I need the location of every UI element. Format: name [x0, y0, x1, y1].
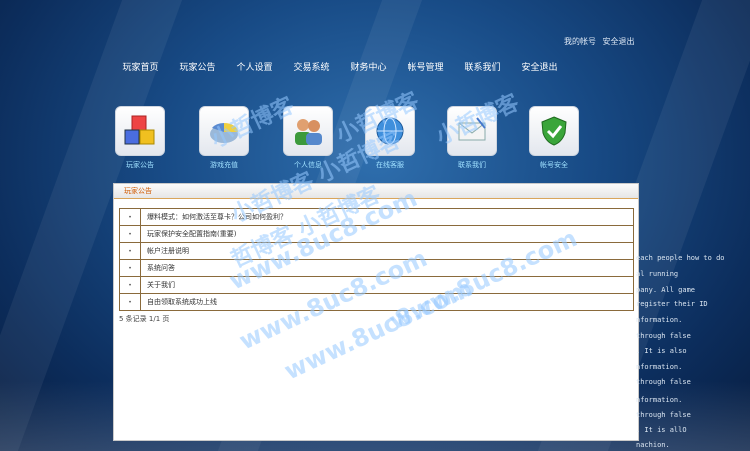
bullet-icon: •	[120, 226, 141, 242]
list-item-text[interactable]: 自由领取系统成功上线	[141, 297, 217, 307]
bullet-icon: •	[120, 277, 141, 293]
side-text-line: through false	[636, 378, 691, 386]
list-item-text[interactable]: 关于我们	[141, 280, 175, 290]
main-nav: 玩家首页 玩家公告 个人设置 交易系统 财务中心 帐号管理 联系我们 安全退出	[112, 60, 568, 73]
shortcut-announcements[interactable]: 玩家公告	[114, 106, 166, 170]
side-text-line: each people how to do	[636, 254, 725, 262]
shortcut-security[interactable]: 帐号安全	[528, 106, 580, 170]
side-text-line: . It is allO	[636, 426, 687, 434]
shortcut-label: 联系我们	[458, 161, 486, 169]
nav-announcements[interactable]: 玩家公告	[169, 60, 226, 73]
bullet-icon: •	[120, 243, 141, 259]
shortcut-label: 游戏充值	[210, 161, 238, 169]
nav-logout[interactable]: 安全退出	[511, 60, 568, 73]
bullet-icon: •	[120, 260, 141, 276]
side-text-line: through false	[636, 411, 691, 419]
list-item-text[interactable]: 帐户注册说明	[141, 246, 189, 256]
nav-finance[interactable]: 财务中心	[340, 60, 397, 73]
side-text-line: nformation.	[636, 316, 683, 324]
my-account-link[interactable]: 我的帐号	[564, 37, 596, 46]
side-text-line: through false	[636, 332, 691, 340]
nav-trade[interactable]: 交易系统	[283, 60, 340, 73]
cubes-icon	[115, 106, 165, 156]
nav-settings[interactable]: 个人设置	[226, 60, 283, 73]
side-text-line: register their ID	[636, 300, 708, 308]
list-item-text[interactable]: 系统问答	[141, 263, 175, 273]
bullet-icon: •	[120, 294, 141, 310]
shortcut-label: 帐号安全	[540, 161, 568, 169]
nav-contact[interactable]: 联系我们	[454, 60, 511, 73]
side-text-line: . It is also	[636, 347, 687, 355]
side-text-line: nformation.	[636, 363, 683, 371]
shortcut-label: 玩家公告	[126, 161, 154, 169]
side-text-line: nformation.	[636, 396, 683, 404]
side-text-line: nachion.	[636, 441, 670, 449]
pagination-info: 5 条记录 1/1 页	[119, 315, 170, 323]
nav-home[interactable]: 玩家首页	[112, 60, 169, 73]
list-item[interactable]: • 自由领取系统成功上线	[119, 294, 634, 311]
side-text-line: al running	[636, 270, 679, 278]
top-links: 我的帐号 安全退出	[560, 36, 635, 47]
shield-icon	[529, 106, 579, 156]
bullet-icon: •	[120, 209, 141, 225]
list-item-text[interactable]: 玩家保护安全配置指南(重要)	[141, 229, 236, 239]
nav-account[interactable]: 帐号管理	[397, 60, 454, 73]
logout-link[interactable]: 安全退出	[603, 37, 635, 46]
side-text-line: pany. All game	[636, 286, 696, 294]
